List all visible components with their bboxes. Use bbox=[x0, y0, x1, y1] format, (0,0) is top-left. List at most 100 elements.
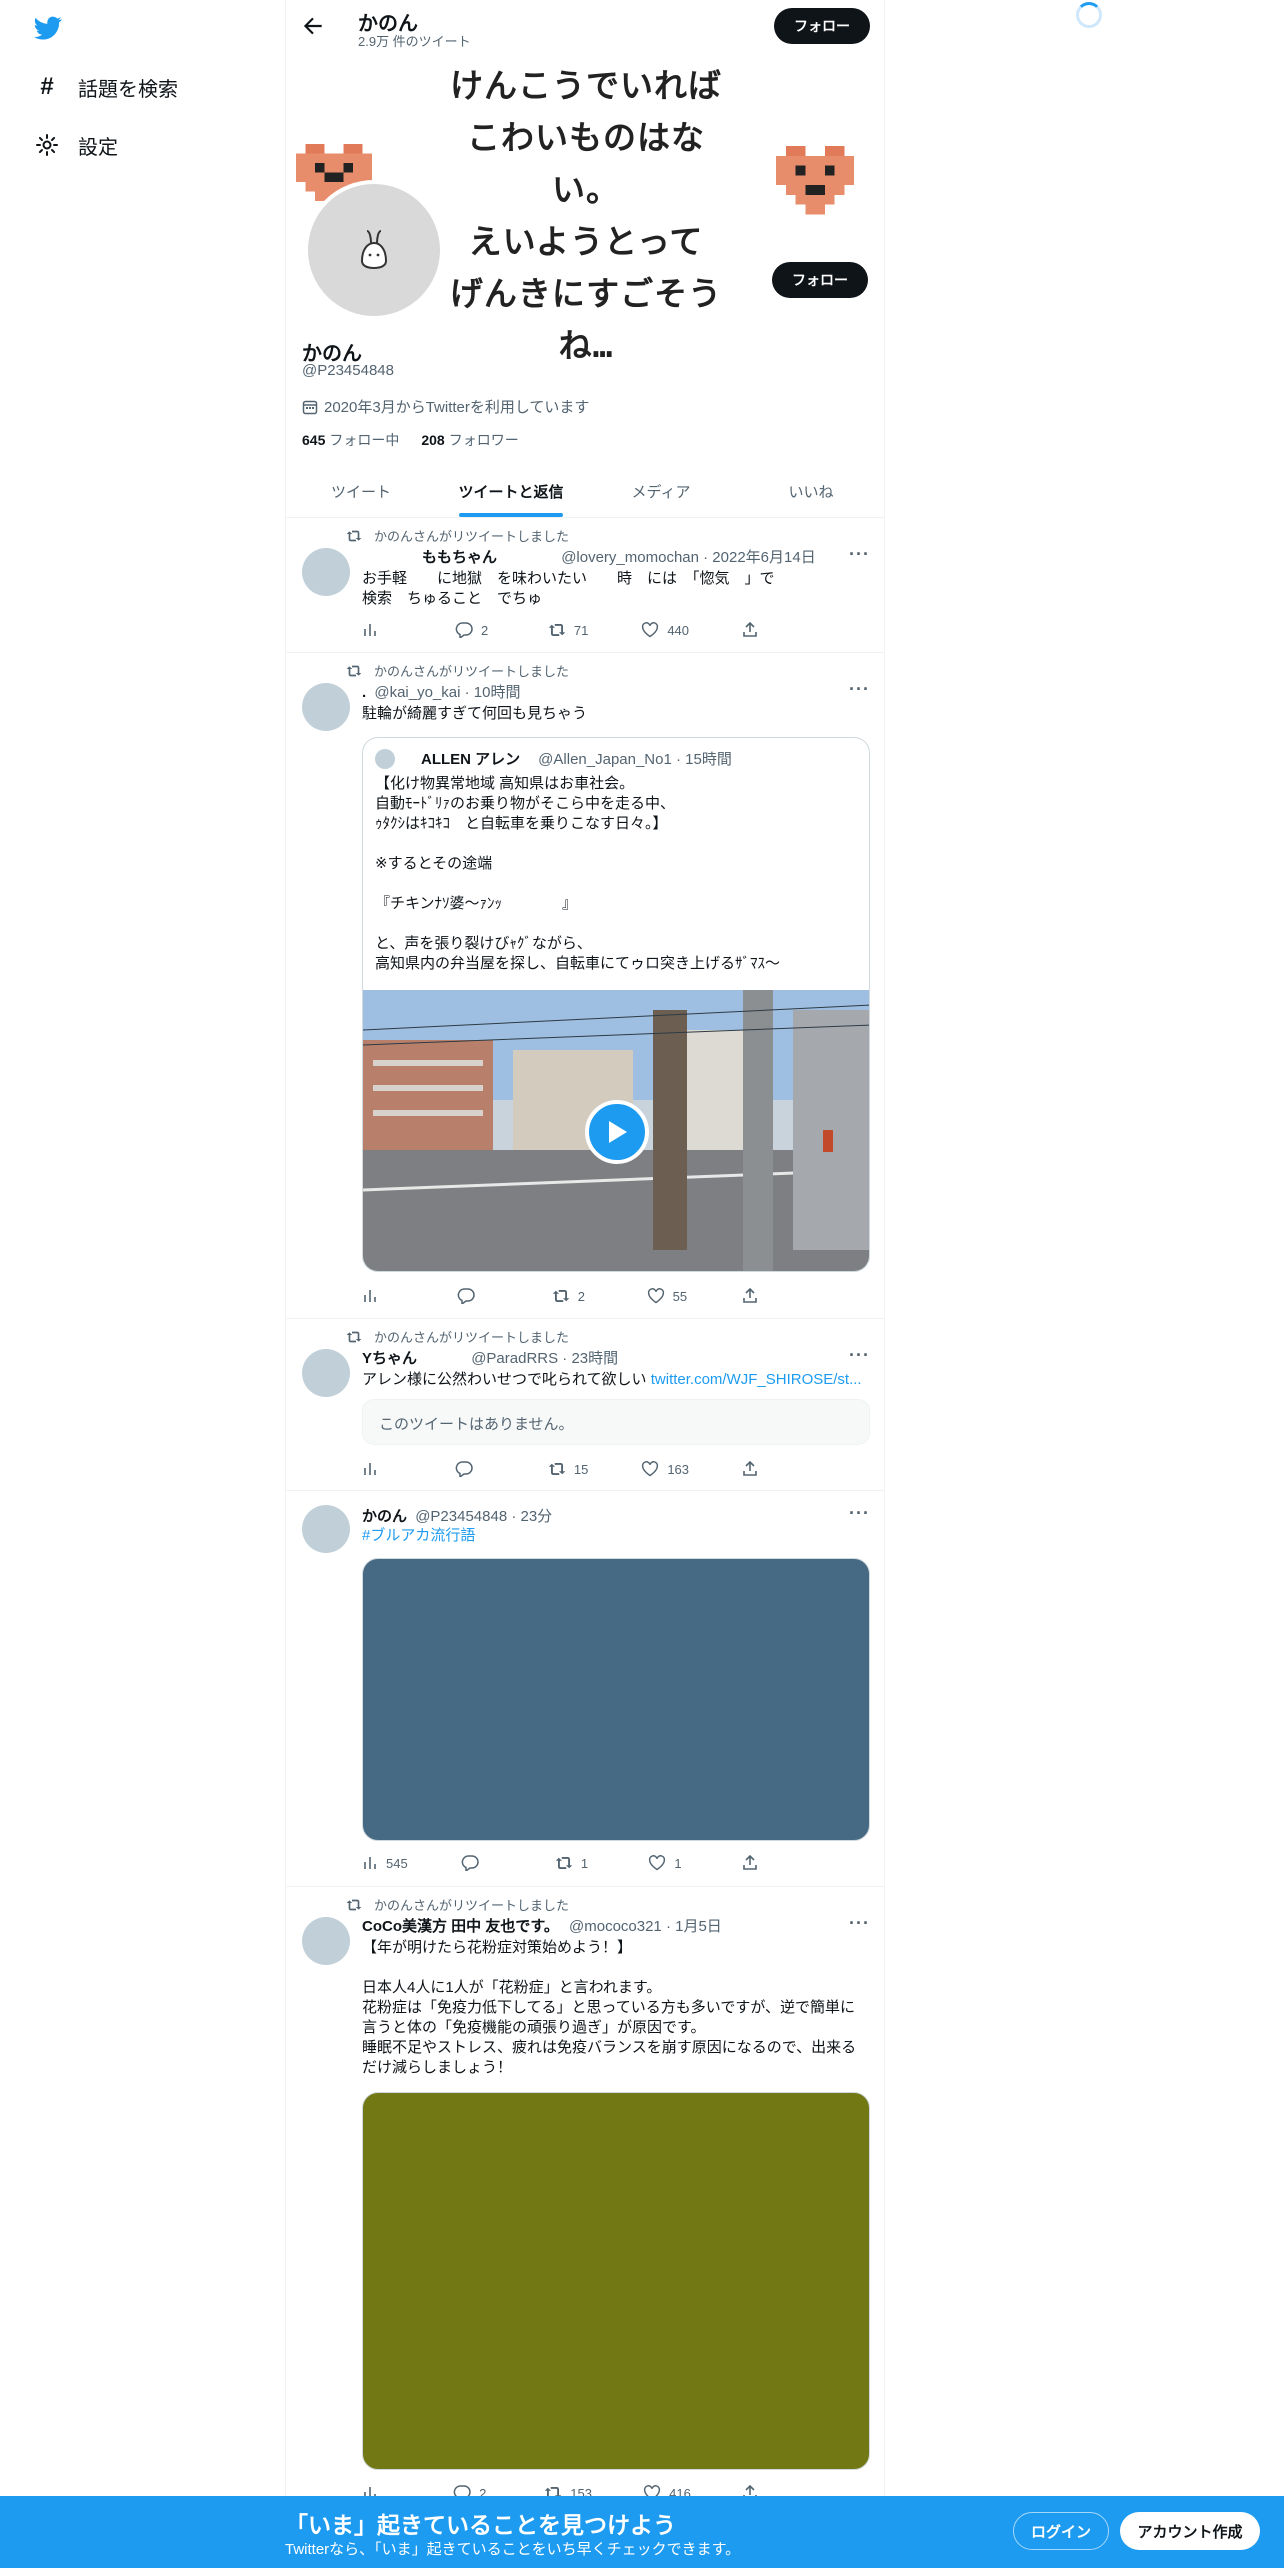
tweet-image[interactable] bbox=[362, 1558, 870, 1841]
tweet[interactable]: かのんさんがリツイートしました CoCo美漢方 田中 友也です。 @mococo… bbox=[286, 1887, 884, 2568]
tweet-header: Yちゃん @ParadRRS · 23時間 bbox=[362, 1347, 870, 1368]
tweet[interactable]: かのんさんがリツイートしました ももちゃん @lovery_momochan ·… bbox=[286, 518, 884, 653]
author-name[interactable]: . bbox=[362, 684, 366, 701]
retweet-indicator: かのんさんがリツイートしました bbox=[332, 1895, 569, 1914]
retweet-icon bbox=[548, 624, 566, 636]
profile-header-bar: かのん 2.9万 件のツイート フォロー bbox=[286, 0, 884, 54]
retweet-count: 1 bbox=[580, 1855, 589, 1871]
retweet-button[interactable]: 1 bbox=[555, 1855, 595, 1871]
tweet-text: お手軽 に地獄 を味わいたい 時 には 「惚気 」で 検索 ちゅること でちゅ bbox=[362, 570, 775, 607]
twitter-logo-icon[interactable] bbox=[32, 14, 64, 42]
tweet[interactable]: かのん @P23454848 · 23分 ··· #ブルアカ流行語 545 1 … bbox=[286, 1491, 884, 1887]
views-count: 545 bbox=[386, 1855, 408, 1871]
share-button[interactable] bbox=[742, 622, 782, 638]
views-button[interactable] bbox=[362, 1461, 402, 1477]
share-button[interactable] bbox=[742, 1855, 782, 1871]
play-button[interactable] bbox=[585, 1099, 649, 1164]
reply-button[interactable]: 2 bbox=[455, 622, 495, 638]
tweet-text: 【年が明けたら花粉症対策始めよう！】 日本人4人に1人が「花粉症」と言われます。… bbox=[362, 1939, 857, 2076]
retweet-button[interactable]: 71 bbox=[548, 622, 588, 638]
hashtag-link[interactable]: #ブルアカ流行語 bbox=[362, 1526, 870, 1546]
follow-button[interactable]: フォロー bbox=[772, 262, 868, 298]
author-handle-time[interactable]: @mococo321 · 1月5日 bbox=[569, 1918, 722, 1935]
author-handle-time[interactable]: @ParadRRS · 23時間 bbox=[471, 1350, 618, 1367]
tweet-link[interactable]: twitter.com/WJF_SHIROSE/st... bbox=[651, 1371, 862, 1388]
following-label: フォロー中 bbox=[329, 432, 400, 448]
retweet-small-icon bbox=[332, 664, 362, 678]
views-button[interactable] bbox=[362, 1288, 402, 1304]
author-handle-time[interactable]: @kai_yo_kai · 10時間 bbox=[374, 684, 520, 701]
tab-media[interactable]: メディア bbox=[586, 466, 736, 517]
retweet-label: かのんさんがリツイートしました bbox=[374, 664, 570, 679]
share-button[interactable] bbox=[742, 1461, 782, 1477]
author-handle-time[interactable]: @P23454848 · 23分 bbox=[415, 1508, 552, 1525]
views-button[interactable]: 545 bbox=[362, 1855, 408, 1871]
reply-button[interactable] bbox=[457, 1288, 497, 1304]
like-button[interactable]: 440 bbox=[641, 622, 689, 638]
views-icon bbox=[364, 624, 376, 636]
follow-button-top[interactable]: フォロー bbox=[774, 8, 870, 44]
video-thumbnail[interactable] bbox=[363, 990, 869, 1271]
tweet-actions: 2 71 440 bbox=[362, 622, 782, 638]
profile-handle: @P23454848 bbox=[302, 362, 394, 379]
author-name[interactable]: Yちゃん bbox=[362, 1350, 417, 1367]
share-icon bbox=[743, 1288, 757, 1303]
tab-tweets-replies[interactable]: ツイートと返信 bbox=[436, 466, 586, 517]
tweet-count: 2.9万 件のツイート bbox=[358, 34, 471, 49]
like-button[interactable]: 163 bbox=[641, 1461, 689, 1477]
quote-text: 【化け物異常地域 高知県はお車社会。 自動ﾓｰﾄﾞﾘｧのお乗り物がそこら中を走る… bbox=[375, 775, 781, 972]
more-options-icon[interactable]: ··· bbox=[849, 1503, 870, 1524]
nav-explore[interactable]: # 話題を検索 bbox=[34, 72, 178, 102]
retweet-label: かのんさんがリツイートしました bbox=[374, 1898, 570, 1913]
more-options-icon[interactable]: ··· bbox=[849, 544, 870, 565]
tweet-image[interactable] bbox=[362, 2092, 870, 2470]
more-options-icon[interactable]: ··· bbox=[849, 679, 870, 700]
more-options-icon[interactable]: ··· bbox=[849, 1913, 870, 1934]
like-button[interactable]: 55 bbox=[647, 1288, 687, 1304]
reply-button[interactable] bbox=[455, 1461, 495, 1477]
author-name[interactable]: CoCo美漢方 田中 友也です。 bbox=[362, 1918, 559, 1935]
banner-line: けんこうでいれば bbox=[450, 66, 722, 105]
followers-link[interactable]: 208 フォロワー bbox=[421, 430, 518, 450]
author-name[interactable]: かのん bbox=[362, 1508, 407, 1525]
retweet-button[interactable]: 15 bbox=[548, 1461, 588, 1477]
tweet[interactable]: かのんさんがリツイートしました Yちゃん @ParadRRS · 23時間 ··… bbox=[286, 1319, 884, 1491]
author-name[interactable]: ももちゃん bbox=[422, 549, 497, 566]
signup-button[interactable]: アカウント作成 bbox=[1120, 2512, 1260, 2550]
avatar[interactable] bbox=[302, 1917, 350, 1965]
banner-text: けんこうでいれば こわいものはない。 えいようとって げんきにすごそうね… bbox=[436, 60, 736, 372]
share-icon bbox=[743, 622, 757, 637]
tweet-body: アレン様に公然わいせつで叱られて欲しい bbox=[362, 1371, 647, 1388]
like-button[interactable]: 1 bbox=[648, 1855, 688, 1871]
avatar[interactable] bbox=[302, 683, 350, 731]
signup-banner: 「いま」起きていることを見つけよう Twitterなら、「いま」起きていることを… bbox=[0, 2496, 1284, 2568]
profile-avatar[interactable] bbox=[304, 180, 444, 320]
tab-tweets[interactable]: ツイート bbox=[286, 466, 436, 517]
tweet-actions: 15 163 bbox=[362, 1461, 782, 1477]
more-options-icon[interactable]: ··· bbox=[849, 1345, 870, 1366]
profile-tabs: ツイート ツイートと返信 メディア いいね bbox=[286, 466, 884, 518]
login-button[interactable]: ログイン bbox=[1013, 2512, 1109, 2550]
retweet-count: 15 bbox=[573, 1461, 589, 1477]
avatar[interactable] bbox=[302, 1349, 350, 1397]
share-button[interactable] bbox=[742, 1288, 782, 1304]
tab-likes[interactable]: いいね bbox=[736, 466, 884, 517]
retweet-button[interactable]: 2 bbox=[552, 1288, 592, 1304]
back-arrow-icon[interactable] bbox=[300, 13, 326, 39]
views-icon bbox=[364, 1857, 376, 1869]
banner-line: えいようとって bbox=[468, 222, 704, 261]
left-navigation: # 話題を検索 設定 bbox=[0, 0, 285, 2568]
author-handle-time[interactable]: @lovery_momochan · 2022年6月14日 bbox=[561, 549, 816, 566]
avatar[interactable] bbox=[302, 548, 350, 596]
views-button[interactable] bbox=[362, 622, 402, 638]
pixel-heart-right-icon bbox=[776, 146, 854, 215]
following-link[interactable]: 645 フォロー中 bbox=[302, 430, 399, 450]
main-column: かのん 2.9万 件のツイート フォロー けんこうでいれば こわいものはない。 … bbox=[285, 0, 885, 2568]
quoted-tweet[interactable]: ALLEN アレン @Allen_Japan_No1 · 15時間 【化け物異常… bbox=[362, 737, 870, 1272]
quote-header: ALLEN アレン @Allen_Japan_No1 · 15時間 bbox=[375, 748, 732, 769]
nav-settings[interactable]: 設定 bbox=[34, 130, 118, 160]
avatar[interactable] bbox=[302, 1505, 350, 1553]
tweet[interactable]: かのんさんがリツイートしました . @kai_yo_kai · 10時間 ···… bbox=[286, 653, 884, 1319]
reply-count: 2 bbox=[480, 622, 489, 638]
reply-button[interactable] bbox=[461, 1855, 501, 1871]
